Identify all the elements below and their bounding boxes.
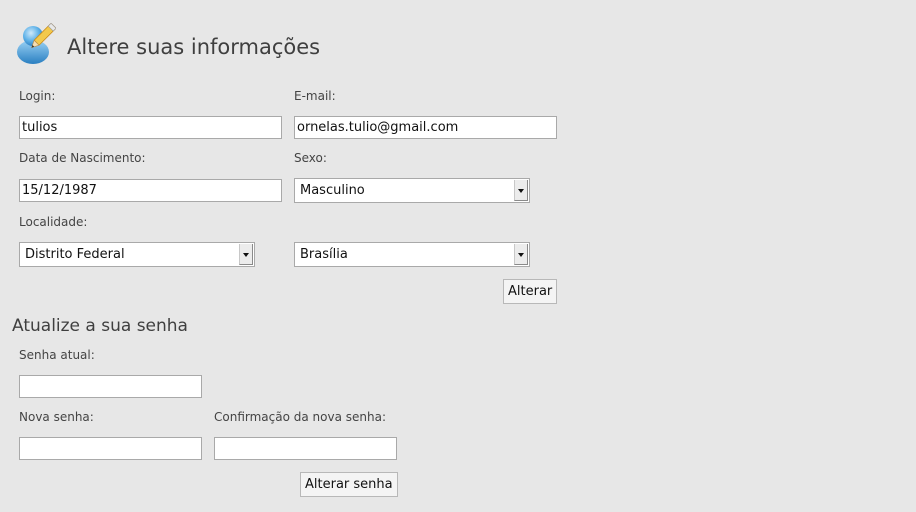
birth-date-input[interactable] [19, 179, 282, 202]
page-title: Altere suas informações [67, 35, 321, 59]
city-select[interactable]: Brasília [294, 242, 530, 267]
location-label: Localidade: [19, 215, 88, 229]
email-input[interactable] [294, 116, 557, 139]
birth-date-label: Data de Nascimento: [19, 151, 146, 165]
gender-selected-value: Masculino [300, 183, 365, 198]
gender-label: Sexo: [294, 151, 327, 165]
email-label: E-mail: [294, 89, 336, 103]
confirm-password-input[interactable] [214, 437, 397, 460]
current-password-label: Senha atual: [19, 348, 95, 362]
state-selected-value: Distrito Federal [25, 247, 125, 262]
gender-select[interactable]: Masculino [294, 178, 530, 203]
user-edit-icon [16, 22, 57, 66]
login-label: Login: [19, 89, 56, 103]
password-section-title: Atualize a sua senha [12, 316, 188, 336]
login-input[interactable] [19, 116, 282, 139]
alterar-senha-button[interactable]: Alterar senha [300, 472, 398, 497]
state-select[interactable]: Distrito Federal [19, 242, 255, 267]
city-selected-value: Brasília [300, 247, 348, 262]
chevron-down-icon[interactable] [514, 244, 528, 265]
chevron-down-icon[interactable] [514, 180, 528, 201]
current-password-input[interactable] [19, 375, 202, 398]
new-password-input[interactable] [19, 437, 202, 460]
confirm-password-label: Confirmação da nova senha: [214, 410, 387, 424]
new-password-label: Nova senha: [19, 410, 94, 424]
alterar-button[interactable]: Alterar [503, 279, 558, 304]
chevron-down-icon[interactable] [239, 244, 253, 265]
